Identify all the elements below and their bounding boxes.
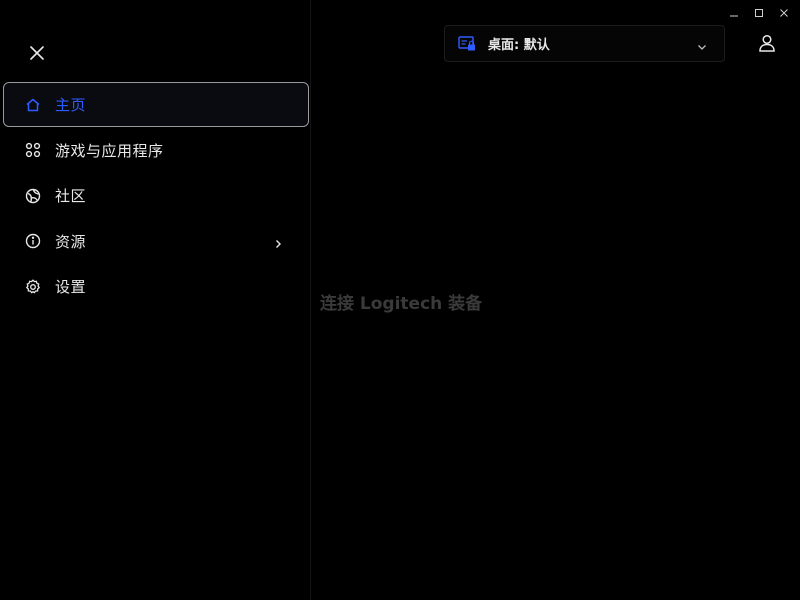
account-button[interactable] [757, 33, 777, 53]
chevron-right-icon [272, 235, 284, 248]
profile-selector[interactable]: 桌面: 默认 [444, 25, 725, 62]
minimize-icon [729, 15, 738, 17]
info-icon [24, 232, 42, 250]
sidebar-item-games-apps[interactable]: 游戏与应用程序 [3, 128, 309, 173]
window-controls [721, 4, 796, 22]
maximize-button[interactable] [746, 4, 771, 22]
minimize-button[interactable] [721, 4, 746, 22]
chevron-down-icon [696, 38, 708, 50]
sidebar-item-label: 设置 [55, 278, 87, 296]
close-window-button[interactable] [771, 4, 796, 22]
sidebar-item-settings[interactable]: 设置 [3, 264, 309, 309]
profile-label: 桌面: 默认 [488, 38, 550, 53]
apps-icon [24, 141, 42, 159]
sidebar-item-home[interactable]: 主页 [3, 82, 309, 127]
sidebar-item-community[interactable]: 社区 [3, 173, 309, 218]
close-menu-button[interactable] [26, 42, 48, 64]
close-window-icon [779, 9, 788, 17]
maximize-icon [754, 9, 763, 17]
sidebar-item-label: 游戏与应用程序 [55, 141, 164, 160]
sidebar-item-label: 资源 [55, 232, 87, 251]
community-icon [24, 187, 42, 205]
gear-icon [24, 278, 42, 296]
user-icon [759, 34, 775, 52]
close-icon [30, 46, 44, 60]
sidebar-nav: 主页 游戏与应用程序 社区 资源 设置 [3, 82, 309, 310]
desktop-profile-icon [458, 35, 476, 53]
empty-state-message: 连接 Logitech 装备 [320, 294, 483, 314]
sidebar-item-label: 主页 [55, 96, 87, 114]
sidebar: 主页 游戏与应用程序 社区 资源 设置 [0, 0, 311, 600]
home-icon [24, 96, 42, 114]
sidebar-item-resources[interactable]: 资源 [3, 219, 309, 264]
sidebar-item-label: 社区 [55, 187, 87, 205]
